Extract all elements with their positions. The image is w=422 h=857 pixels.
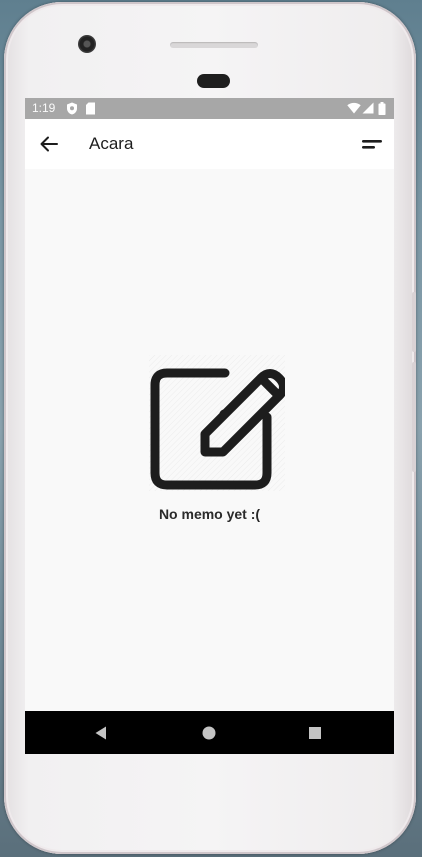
recents-square-icon[interactable] [304,722,326,744]
signal-icon [362,102,374,114]
device-screen: 1:19 Acara No memo yet:( [25,98,394,754]
wifi-icon [347,102,361,114]
status-time: 1:19 [32,101,56,115]
home-circle-icon[interactable] [198,722,220,744]
proximity-sensor [197,74,230,88]
sd-card-icon [86,102,95,115]
system-nav-bar [25,711,394,754]
empty-state-message: No memo yet :( [158,506,261,522]
battery-icon [378,102,386,115]
sort-menu-icon[interactable] [360,134,384,154]
status-bar: 1:19 [25,98,394,119]
power-button [412,292,416,352]
back-triangle-icon[interactable] [91,722,113,744]
earpiece-speaker [170,42,258,48]
shield-icon [67,102,77,115]
memo-list-area: No memo yet :( [25,169,394,711]
app-bar: Acara [25,119,394,169]
volume-button [412,362,416,472]
front-camera [78,35,96,53]
arrow-left-icon[interactable] [37,132,61,156]
edit-note-icon [149,355,285,491]
page-title: Acara [89,134,134,153]
